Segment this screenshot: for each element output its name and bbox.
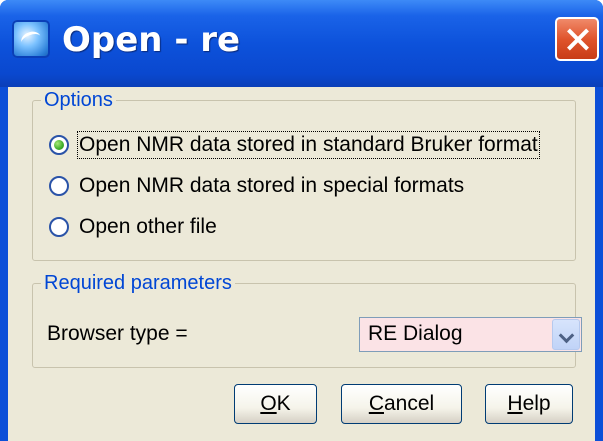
dialog-title: Open - re (62, 20, 241, 60)
dialog-body: Options Open NMR data stored in standard… (8, 87, 595, 441)
options-legend: Options (41, 88, 116, 112)
ok-label-rest: K (276, 392, 291, 415)
browser-type-select[interactable]: RE Dialog (359, 317, 582, 352)
title-bar[interactable]: Open - re (0, 0, 603, 87)
close-icon[interactable] (555, 17, 599, 61)
radio-unchecked-icon[interactable] (49, 217, 69, 237)
dialog-window: Open - re Options Open NMR data stored i… (0, 0, 603, 441)
help-label-rest: elp (522, 392, 551, 415)
cancel-label-rest: ancel (383, 392, 435, 415)
radio-unchecked-icon[interactable] (49, 176, 69, 196)
cancel-button[interactable]: Cancel (341, 384, 462, 424)
radio-standard-bruker-label: Open NMR data stored in standard Bruker … (77, 131, 540, 159)
app-icon (12, 20, 50, 58)
options-group: Options Open NMR data stored in standard… (32, 88, 576, 261)
radio-standard-bruker[interactable]: Open NMR data stored in standard Bruker … (49, 131, 540, 159)
help-mnemonic: H (507, 392, 523, 415)
radio-checked-icon[interactable] (49, 135, 69, 155)
ok-mnemonic: O (260, 392, 277, 415)
radio-special-formats-label: Open NMR data stored in special formats (79, 174, 465, 197)
browser-type-value: RE Dialog (368, 322, 463, 345)
ok-button[interactable]: OK (234, 384, 317, 424)
browser-type-label: Browser type = (47, 322, 188, 345)
params-legend: Required parameters (41, 271, 235, 295)
radio-special-formats[interactable]: Open NMR data stored in special formats (49, 172, 464, 200)
help-button[interactable]: Help (485, 384, 573, 424)
cancel-mnemonic: C (368, 392, 384, 415)
required-params-group: Required parameters Browser type = RE Di… (32, 271, 582, 368)
radio-other-file-label: Open other file (79, 215, 217, 238)
chevron-down-icon[interactable] (552, 319, 580, 350)
radio-other-file[interactable]: Open other file (49, 213, 217, 241)
